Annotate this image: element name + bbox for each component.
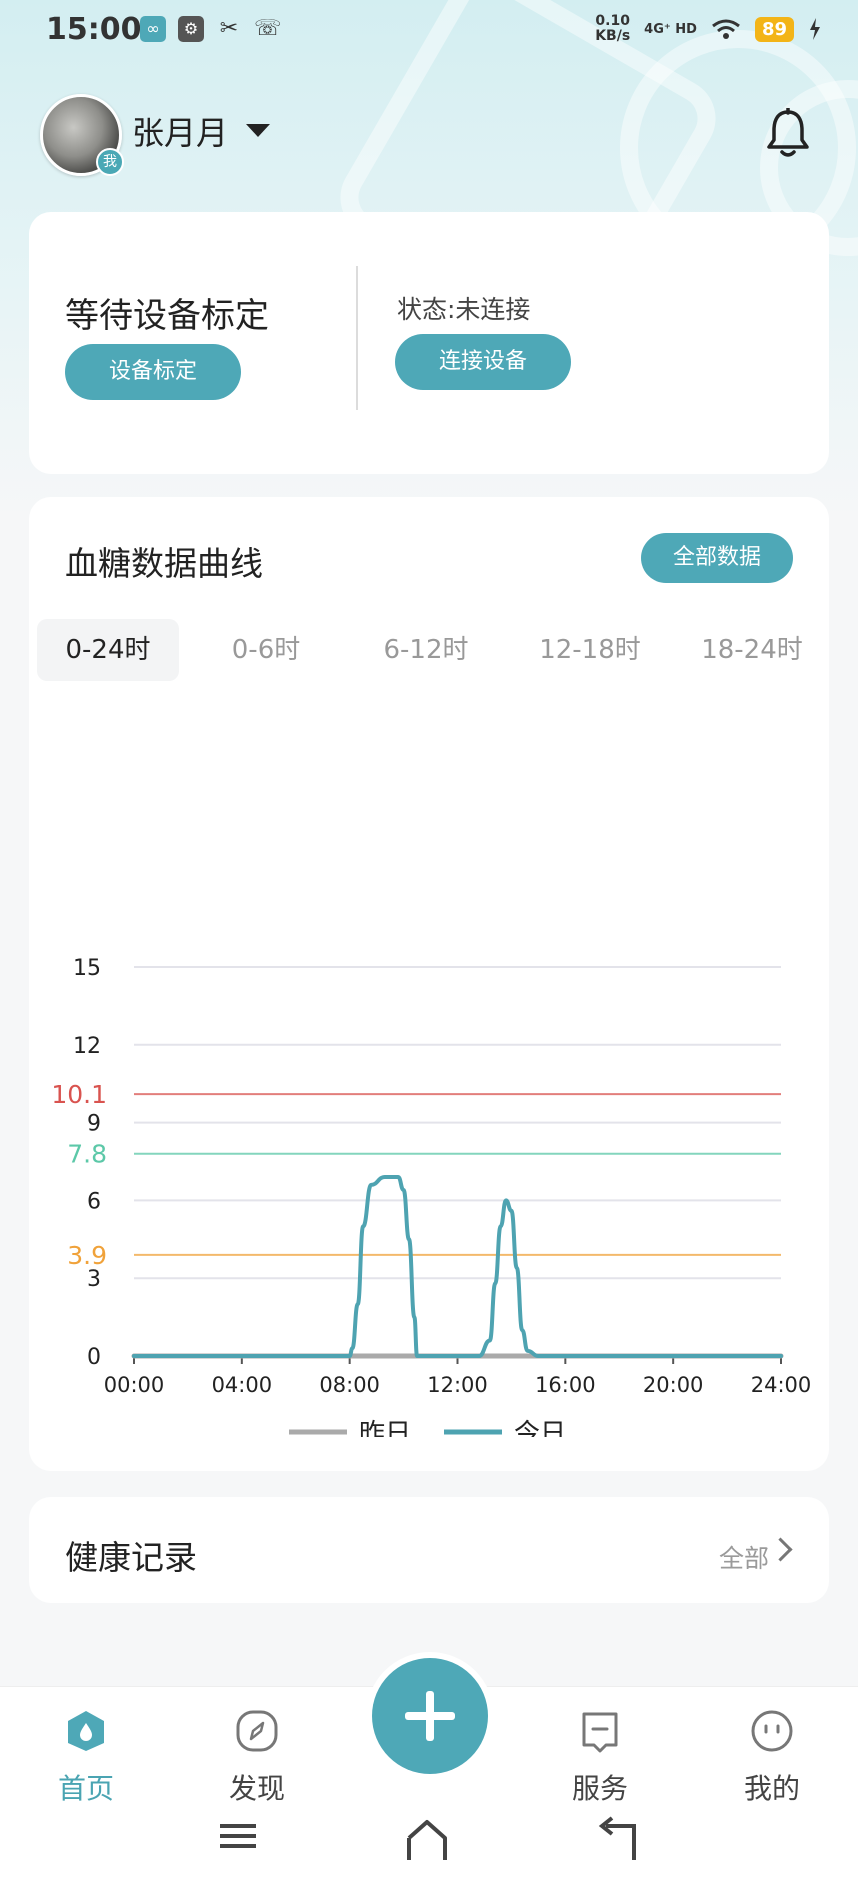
nav-me-label: 我的 (743, 1772, 800, 1805)
reference-label: 10.1 (51, 1080, 107, 1109)
nav-service[interactable]: 服务 (540, 1709, 660, 1807)
status-time: 15:00 (46, 12, 142, 47)
glucose-chart-card: 血糖数据曲线 全部数据 0-24时 0-6时 6-12时 12-18时 18-2… (29, 497, 829, 1471)
status-bar: 15:00 ∞ ⚙ ✂ ☏ 0.10 KB/s 4G⁺ HD 89 (0, 0, 858, 64)
bell-icon[interactable] (766, 108, 810, 158)
y-tick-label: 12 (73, 1034, 101, 1059)
tab-12-18[interactable]: 12-18时 (515, 619, 665, 681)
all-data-button[interactable]: 全部数据 (641, 533, 793, 583)
legend-label-yesterday: 昨日 (359, 1419, 411, 1437)
status-right: 0.10 KB/s 4G⁺ HD 89 (595, 14, 822, 44)
tab-18-24[interactable]: 18-24时 (677, 619, 827, 681)
card-divider (356, 266, 358, 410)
avatar-badge: 我 (96, 148, 124, 176)
records-title: 健康记录 (65, 1538, 197, 1577)
compass-icon (236, 1710, 278, 1752)
series-line-today (132, 1175, 783, 1358)
time-range-tabs: 0-24时 0-6时 6-12时 12-18时 18-24时 (37, 619, 817, 681)
connection-status: 状态:未连接 (397, 295, 531, 324)
calibrate-button[interactable]: 设备标定 (65, 344, 241, 400)
x-tick-label: 16:00 (535, 1373, 596, 1397)
x-tick-label: 00:00 (104, 1373, 165, 1397)
infinity-icon: ∞ (140, 16, 166, 42)
nav-discover-label: 发现 (228, 1772, 285, 1805)
nav-service-label: 服务 (571, 1772, 628, 1805)
y-tick-label: 0 (87, 1345, 101, 1370)
x-tick-label: 20:00 (643, 1373, 704, 1397)
x-tick-label: 08:00 (319, 1373, 380, 1397)
menu-icon[interactable] (216, 1816, 260, 1860)
back-icon[interactable] (596, 1816, 640, 1860)
records-all-link[interactable]: 全部 (719, 1539, 769, 1575)
home-drop-icon (68, 1711, 104, 1751)
tab-0-6[interactable]: 0-6时 (195, 619, 337, 681)
usb-icon: ⚙ (178, 16, 204, 42)
service-icon (582, 1712, 618, 1753)
home-icon[interactable] (405, 1816, 449, 1860)
add-record-button[interactable] (372, 1658, 488, 1774)
device-card: 等待设备标定 设备标定 状态:未连接 连接设备 (29, 212, 829, 474)
y-tick-label: 9 (87, 1112, 101, 1137)
battery-level: 89 (754, 16, 794, 42)
x-tick-label: 24:00 (751, 1373, 812, 1397)
system-nav-bar (0, 1806, 858, 1880)
tools-icon: ✂ (219, 16, 239, 41)
reference-label: 7.8 (67, 1140, 107, 1169)
connect-device-button[interactable]: 连接设备 (395, 334, 571, 390)
signal-indicator: 4G⁺ HD (644, 21, 697, 37)
chevron-right-icon[interactable] (768, 1537, 793, 1562)
chevron-down-icon[interactable] (246, 124, 270, 137)
missed-call-icon: ☏ (254, 16, 282, 41)
nav-me[interactable]: 我的 (712, 1709, 832, 1807)
y-tick-label: 6 (87, 1189, 101, 1214)
nav-discover[interactable]: 发现 (197, 1709, 317, 1807)
username[interactable]: 张月月 (132, 108, 228, 154)
y-tick-label: 3 (87, 1267, 101, 1292)
chart-title: 血糖数据曲线 (65, 544, 263, 583)
notification-icons: ∞ ⚙ ✂ ☏ (140, 16, 282, 42)
nav-home[interactable]: 首页 (26, 1709, 146, 1807)
face-icon (751, 1710, 793, 1752)
health-records-card[interactable]: 健康记录 全部 (29, 1497, 829, 1603)
tab-0-24[interactable]: 0-24时 (37, 619, 179, 681)
y-tick-label: 15 (73, 956, 101, 981)
nav-home-label: 首页 (57, 1772, 114, 1805)
legend-label-today: 今日 (514, 1419, 566, 1437)
x-tick-label: 04:00 (212, 1373, 273, 1397)
glucose-line-chart: 0 3 6 9 12 15 10.1 7.8 3.9 00:00 04:00 08:00 12:00 16… (51, 956, 812, 1437)
reference-label: 3.9 (67, 1241, 107, 1270)
tab-6-12[interactable]: 6-12时 (355, 619, 497, 681)
x-tick-label: 12:00 (427, 1373, 488, 1397)
charging-icon (810, 18, 820, 40)
wifi-icon (712, 19, 740, 39)
device-status-title: 等待设备标定 (65, 296, 269, 336)
network-speed: 0.10 KB/s (595, 13, 631, 44)
